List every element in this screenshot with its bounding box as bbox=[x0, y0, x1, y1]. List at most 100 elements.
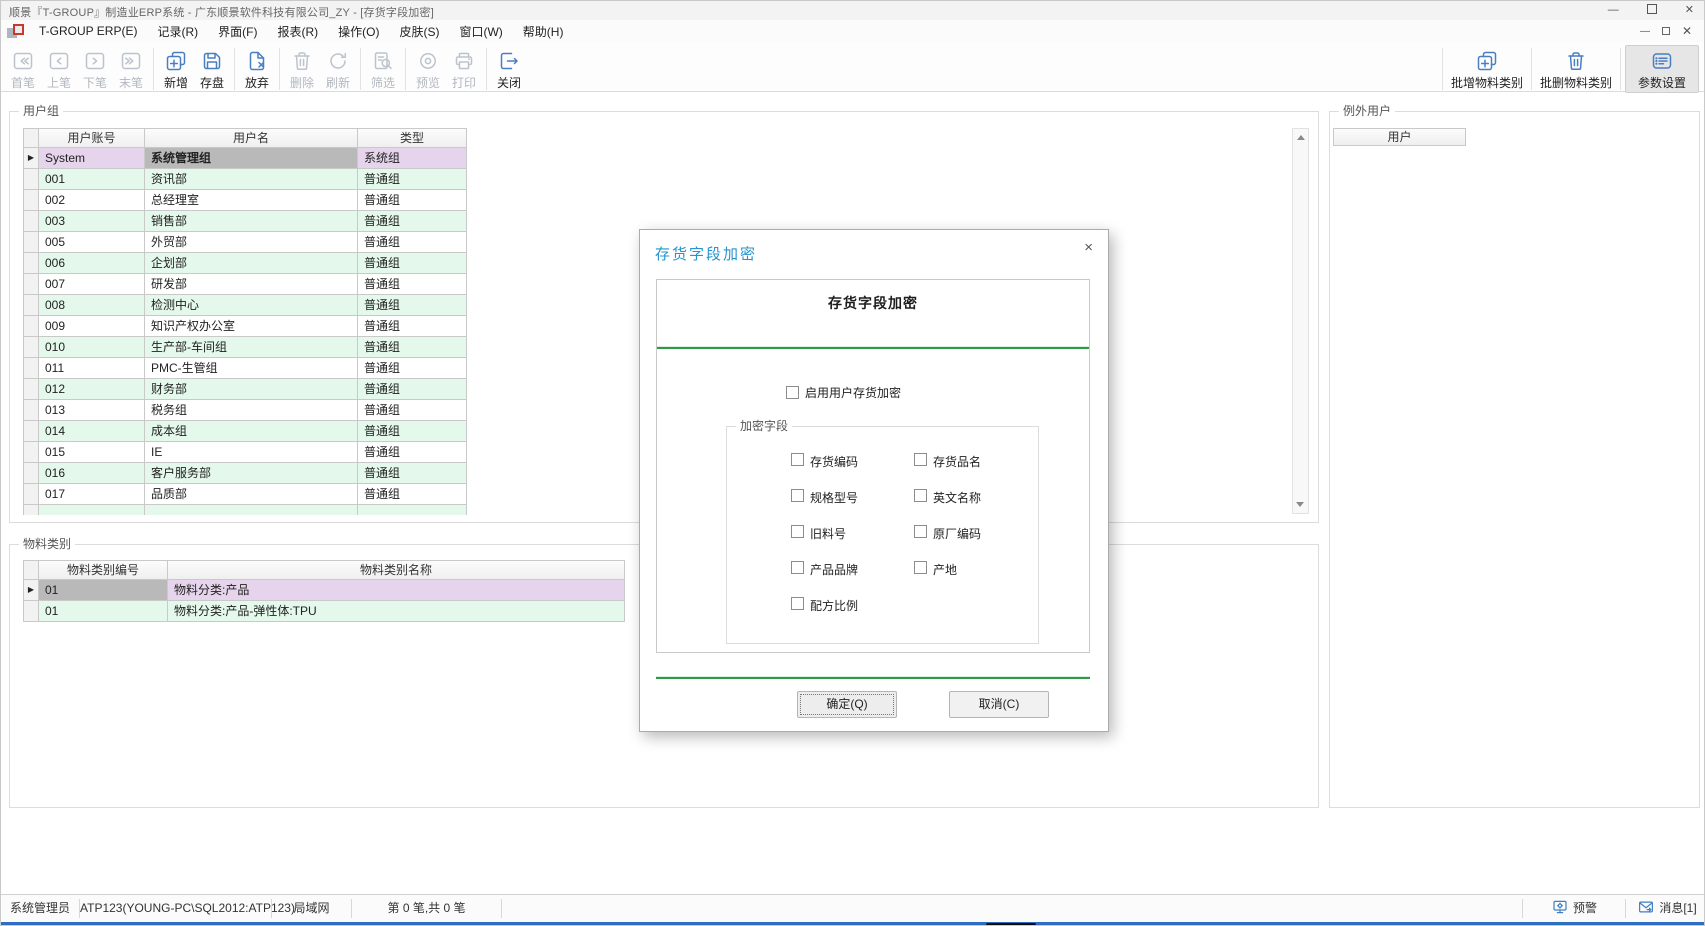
table-row[interactable]: 006企划部普通组 bbox=[24, 253, 467, 274]
scroll-up-icon[interactable] bbox=[1297, 135, 1305, 140]
menu-item-4[interactable]: 操作(O) bbox=[328, 23, 389, 40]
nav-last-icon bbox=[119, 48, 143, 73]
toolbar-button-label: 下笔 bbox=[83, 74, 107, 91]
table-row[interactable]: 016客户服务部普通组 bbox=[24, 463, 467, 484]
dialog-close-icon[interactable]: × bbox=[1084, 239, 1093, 256]
toolbar-new-button[interactable]: 新增 bbox=[158, 45, 194, 93]
encrypt-field-checkbox-8[interactable]: 配方比例 bbox=[791, 597, 914, 611]
enable-encrypt-checkbox[interactable]: 启用用户存货加密 bbox=[786, 384, 901, 401]
menu-item-3[interactable]: 报表(R) bbox=[267, 23, 328, 40]
table-row[interactable]: 012财务部普通组 bbox=[24, 379, 467, 400]
encrypt-field-checkbox-1[interactable]: 存货品名 bbox=[914, 453, 1074, 467]
toolbar-print-button: 打印 bbox=[446, 45, 482, 93]
table-row[interactable]: 013税务组普通组 bbox=[24, 400, 467, 421]
column-header[interactable]: 物料类别编号 bbox=[39, 561, 168, 580]
menu-item-6[interactable]: 窗口(W) bbox=[449, 23, 512, 40]
toolbar-right: 批增物料类别批删物料类别参数设置 bbox=[1438, 45, 1699, 93]
encrypt-field-checkbox-0[interactable]: 存货编码 bbox=[791, 453, 914, 467]
checkbox-icon bbox=[786, 386, 799, 399]
table-row[interactable]: 017品质部普通组 bbox=[24, 484, 467, 505]
column-header[interactable]: 用户账号 bbox=[39, 129, 145, 148]
table-row[interactable]: 001资讯部普通组 bbox=[24, 169, 467, 190]
table-row[interactable]: 009知识产权办公室普通组 bbox=[24, 316, 467, 337]
close-icon[interactable]: ✕ bbox=[1685, 1, 1694, 20]
menu-item-1[interactable]: 记录(R) bbox=[147, 23, 208, 40]
cancel-button[interactable]: 取消(C) bbox=[949, 691, 1049, 718]
table-row[interactable]: 014成本组普通组 bbox=[24, 421, 467, 442]
batch-delete-icon bbox=[1564, 48, 1588, 73]
toolbar-nav-first-button: 首笔 bbox=[5, 45, 41, 93]
alert-button[interactable]: 预警 bbox=[1525, 895, 1623, 922]
table-row[interactable]: ▶01物料分类:产品 bbox=[24, 580, 625, 601]
toolbar-save-button[interactable]: 存盘 bbox=[194, 45, 230, 93]
encrypt-field-checkbox-3[interactable]: 英文名称 bbox=[914, 489, 1074, 503]
status-bar: 系统管理员 ATP123(YOUNG-PC\SQL2012:ATP123) 局域… bbox=[1, 894, 1705, 922]
table-row[interactable]: 007研发部普通组 bbox=[24, 274, 467, 295]
encrypt-fields-grid: 存货编码 存货品名规格型号英文名称旧料号 原厂编码产品品牌产地配方比例 bbox=[791, 453, 1074, 633]
encrypt-field-checkbox-4[interactable]: 旧料号 bbox=[791, 525, 914, 539]
toolbar-button-label: 首笔 bbox=[11, 74, 35, 91]
bottom-accent-bar bbox=[1, 922, 1705, 926]
toolbar-close-form-button[interactable]: 关闭 bbox=[491, 45, 527, 93]
menu-item-2[interactable]: 界面(F) bbox=[208, 23, 267, 40]
user-group-scrollbar[interactable] bbox=[1292, 128, 1309, 514]
toolbar-batch-add-button[interactable]: 批增物料类别 bbox=[1447, 45, 1527, 93]
print-icon bbox=[452, 48, 476, 73]
encrypt-field-checkbox-6[interactable]: 产品品牌 bbox=[791, 561, 914, 575]
encrypt-field-checkbox-5[interactable]: 原厂编码 bbox=[914, 525, 1074, 539]
app-logo-icon bbox=[7, 23, 25, 39]
batch-add-icon bbox=[1475, 48, 1499, 73]
encrypt-field-label: 旧料号 bbox=[810, 525, 846, 542]
encrypt-field-checkbox-2[interactable]: 规格型号 bbox=[791, 489, 914, 503]
toolbar-button-label: 筛选 bbox=[371, 74, 395, 91]
column-header[interactable]: 类型 bbox=[358, 129, 467, 148]
enable-encrypt-label: 启用用户存货加密 bbox=[805, 384, 901, 401]
table-row[interactable]: ▶System系统管理组系统组 bbox=[24, 148, 467, 169]
table-row[interactable]: 008检测中心普通组 bbox=[24, 295, 467, 316]
table-row[interactable]: 002总经理室普通组 bbox=[24, 190, 467, 211]
checkbox-icon bbox=[791, 561, 804, 574]
checkbox-icon bbox=[791, 597, 804, 610]
params-icon bbox=[1650, 48, 1674, 73]
abandon-icon bbox=[245, 48, 269, 73]
table-row[interactable]: 010生产部-车间组普通组 bbox=[24, 337, 467, 358]
table-row[interactable]: 011PMC-生管组普通组 bbox=[24, 358, 467, 379]
toolbar-button-label: 刷新 bbox=[326, 74, 350, 91]
toolbar-button-label: 预览 bbox=[416, 74, 440, 91]
table-row[interactable]: 005外贸部普通组 bbox=[24, 232, 467, 253]
toolbar-nav-last-button: 末笔 bbox=[113, 45, 149, 93]
checkbox-icon bbox=[914, 489, 927, 502]
toolbar-batch-delete-button[interactable]: 批删物料类别 bbox=[1536, 45, 1616, 93]
alert-monitor-icon bbox=[1551, 898, 1569, 916]
nav-prev-icon bbox=[47, 48, 71, 73]
ok-button[interactable]: 确定(Q) bbox=[797, 691, 897, 718]
mdi-restore-icon[interactable] bbox=[1662, 26, 1670, 37]
encrypt-field-checkbox-7[interactable]: 产地 bbox=[914, 561, 1074, 575]
toolbar-button-label: 批删物料类别 bbox=[1540, 74, 1612, 91]
checkbox-icon bbox=[791, 525, 804, 538]
minimize-icon[interactable]: — bbox=[1608, 1, 1619, 20]
exception-user-column-header[interactable]: 用户 bbox=[1333, 128, 1466, 146]
table-row[interactable]: 01物料分类:产品-弹性体:TPU bbox=[24, 601, 625, 622]
column-header[interactable]: 物料类别名称 bbox=[168, 561, 625, 580]
encrypt-fields-group: 加密字段 存货编码存货品名规格型号英文名称旧料号原厂编码产品品牌产地配方比例 bbox=[726, 426, 1039, 644]
exception-user-panel: 例外用户 用户 bbox=[1329, 111, 1700, 808]
column-header[interactable]: 用户名 bbox=[145, 129, 358, 148]
table-row-partial bbox=[24, 505, 467, 515]
menu-item-5[interactable]: 皮肤(S) bbox=[389, 23, 449, 40]
table-row[interactable]: 003销售部普通组 bbox=[24, 211, 467, 232]
encrypt-field-label: 存货品名 bbox=[933, 453, 981, 470]
menu-item-7[interactable]: 帮助(H) bbox=[513, 23, 574, 40]
message-button[interactable]: 消息[1] bbox=[1628, 895, 1705, 922]
mdi-minimize-icon[interactable]: — bbox=[1640, 26, 1650, 37]
table-row[interactable]: 015IE普通组 bbox=[24, 442, 467, 463]
maximize-icon[interactable] bbox=[1647, 1, 1657, 20]
toolbar-left: 首笔上笔下笔末笔新增存盘放弃删除刷新筛选预览打印关闭 bbox=[5, 45, 527, 93]
dialog-body: 存货字段加密 启用用户存货加密 加密字段 存货编码存货品名规格型号英文名称旧料号… bbox=[656, 279, 1090, 653]
scroll-down-icon[interactable] bbox=[1296, 502, 1304, 507]
mdi-close-icon[interactable]: ✕ bbox=[1682, 24, 1692, 38]
toolbar-params-button[interactable]: 参数设置 bbox=[1625, 45, 1699, 93]
menu-item-0[interactable]: T-GROUP ERP(E) bbox=[29, 24, 147, 38]
toolbar-abandon-button[interactable]: 放弃 bbox=[239, 45, 275, 93]
dialog-title: 存货字段加密 bbox=[655, 243, 757, 264]
